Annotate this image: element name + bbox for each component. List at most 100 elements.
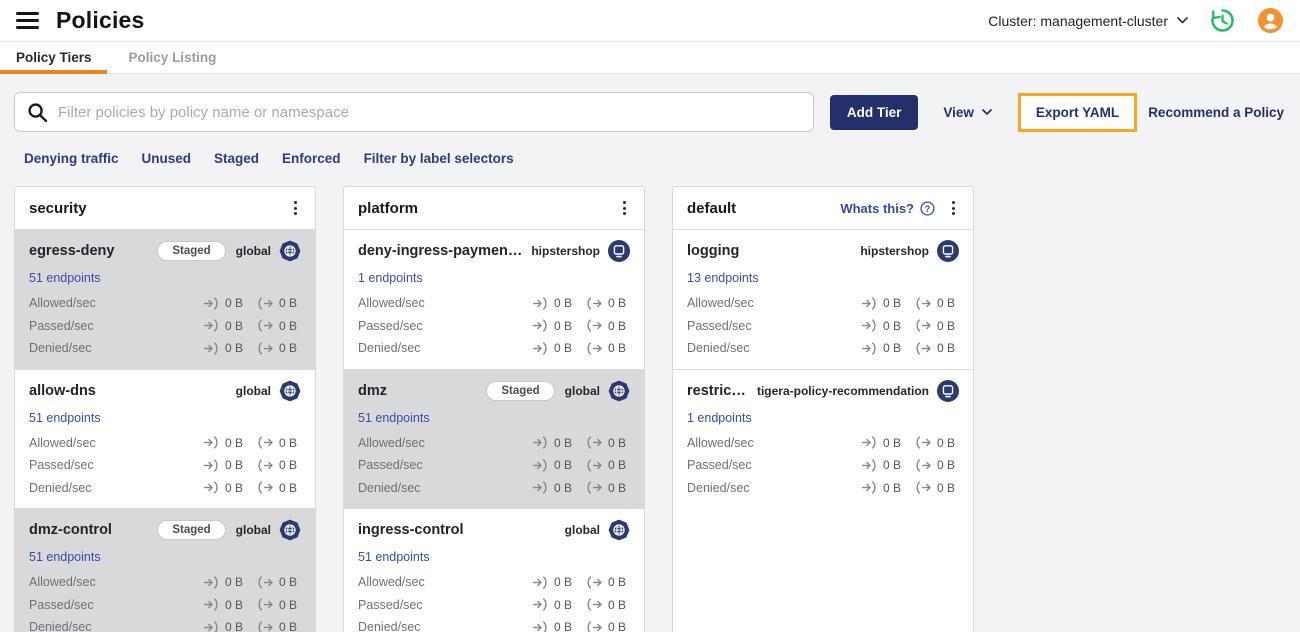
stat-label: Denied/sec [358, 480, 421, 495]
kebab-menu-icon[interactable] [948, 198, 959, 218]
ingress-icon [533, 621, 547, 632]
stat-label: Allowed/sec [358, 296, 425, 311]
egress-icon [587, 598, 602, 611]
stat-row: Passed/sec 0 B 0 B [29, 315, 301, 338]
page-title: Policies [56, 7, 145, 33]
egress-value: 0 B [915, 481, 959, 495]
egress-value: 0 B [586, 598, 630, 612]
filter-enforced[interactable]: Enforced [282, 151, 341, 166]
search-input[interactable] [58, 103, 801, 121]
egress-icon [587, 481, 602, 494]
kebab-menu-icon[interactable] [290, 198, 301, 218]
avatar[interactable] [1257, 7, 1284, 34]
policy-card[interactable]: ingress-control global 51 endpoints Allo… [344, 509, 644, 632]
egress-icon [916, 342, 931, 355]
egress-value: 0 B [586, 319, 630, 333]
policy-card[interactable]: restricted tigera-policy-recommendation … [673, 370, 973, 509]
egress-value: 0 B [257, 598, 301, 612]
whats-this-label: Whats this? [840, 200, 914, 216]
stat-row: Denied/sec 0 B 0 B [358, 616, 630, 632]
policy-card[interactable]: logging hipstershop 13 endpoints Allowed… [673, 230, 973, 370]
history-button[interactable] [1209, 7, 1236, 34]
tab-policy-listing[interactable]: Policy Listing [129, 42, 217, 73]
filter-staged[interactable]: Staged [214, 151, 259, 166]
endpoints-link[interactable]: 51 endpoints [358, 411, 430, 425]
policy-name[interactable]: ingress-control [358, 522, 557, 538]
staged-badge: Staged [157, 241, 226, 261]
policy-name[interactable]: dmz [358, 383, 478, 399]
stat-label: Passed/sec [687, 458, 752, 473]
policy-card[interactable]: egress-deny Staged global 51 endpoints A… [15, 230, 315, 370]
policy-name[interactable]: dmz-control [29, 522, 149, 538]
chevron-down-icon [1177, 17, 1188, 24]
stat-label: Denied/sec [29, 620, 92, 632]
tier-name: security [29, 199, 87, 217]
filter-unused[interactable]: Unused [142, 151, 192, 166]
egress-icon [258, 319, 273, 332]
egress-icon [258, 459, 273, 472]
export-yaml-button[interactable]: Export YAML [1017, 92, 1138, 132]
endpoints-link[interactable]: 13 endpoints [687, 271, 759, 285]
app-header: Policies Cluster: management-cluster [0, 0, 1300, 41]
egress-value: 0 B [915, 296, 959, 310]
stat-row: Passed/sec 0 B 0 B [358, 454, 630, 477]
stat-row: Allowed/sec 0 B 0 B [29, 292, 301, 315]
policy-card[interactable]: allow-dns global 51 endpoints Allowed/se… [15, 370, 315, 509]
policy-card[interactable]: deny-ingress-paymentservi… hipstershop 1… [344, 230, 644, 370]
endpoints-link[interactable]: 1 endpoints [358, 271, 423, 285]
ingress-icon [533, 342, 547, 355]
endpoints-link[interactable]: 51 endpoints [29, 271, 101, 285]
question-icon: ? [920, 200, 935, 216]
tier-column: platform deny-ingress-paymentservi… hips… [343, 186, 645, 632]
filter-denying-traffic[interactable]: Denying traffic [24, 151, 119, 166]
tab-policy-tiers[interactable]: Policy Tiers [0, 42, 107, 74]
ingress-icon [204, 481, 218, 494]
menu-icon[interactable] [16, 12, 39, 29]
search-box[interactable] [14, 92, 814, 132]
stat-row: Denied/sec 0 B 0 B [29, 616, 301, 632]
stat-label: Passed/sec [29, 458, 94, 473]
filter-filter-by-label-selectors[interactable]: Filter by label selectors [364, 151, 514, 166]
policy-stats: Allowed/sec 0 B 0 B Passed/sec 0 B 0 B D… [29, 571, 301, 632]
stat-label: Denied/sec [29, 341, 92, 356]
policy-stats: Allowed/sec 0 B 0 B Passed/sec 0 B 0 B D… [687, 292, 959, 360]
endpoints-link[interactable]: 51 endpoints [29, 411, 101, 425]
egress-value: 0 B [586, 458, 630, 472]
stat-label: Allowed/sec [29, 296, 96, 311]
endpoints-link[interactable]: 51 endpoints [29, 550, 101, 564]
policy-name[interactable]: egress-deny [29, 243, 149, 259]
stat-label: Passed/sec [687, 318, 752, 333]
policy-name[interactable]: restricted [687, 383, 749, 399]
egress-value: 0 B [257, 319, 301, 333]
endpoints-link[interactable]: 1 endpoints [687, 411, 752, 425]
policy-name[interactable]: logging [687, 243, 852, 259]
policy-scope-label: global [235, 523, 271, 537]
whats-this-link[interactable]: Whats this? ? [840, 201, 935, 216]
egress-icon [258, 621, 273, 632]
cluster-selector[interactable]: Cluster: management-cluster [988, 13, 1188, 29]
kebab-menu-icon[interactable] [619, 198, 630, 218]
policy-card[interactable]: dmz Staged global 51 endpoints Allowed/s… [344, 369, 644, 509]
ingress-icon [204, 598, 218, 611]
egress-value: 0 B [586, 341, 630, 355]
global-icon [279, 519, 301, 541]
policy-card[interactable]: dmz-control Staged global 51 endpoints A… [15, 509, 315, 632]
endpoints-link[interactable]: 51 endpoints [358, 550, 430, 564]
policy-name[interactable]: allow-dns [29, 383, 228, 399]
policy-name[interactable]: deny-ingress-paymentservi… [358, 243, 523, 259]
tab-bar: Policy Tiers Policy Listing [0, 41, 1300, 74]
global-icon [608, 380, 630, 402]
tier-column: security egress-deny Staged global 51 en… [14, 186, 316, 632]
stat-row: Allowed/sec 0 B 0 B [29, 571, 301, 594]
ingress-value: 0 B [203, 481, 247, 495]
global-icon [279, 240, 301, 262]
stat-row: Passed/sec 0 B 0 B [29, 594, 301, 617]
recommend-policy-button[interactable]: Recommend a Policy [1148, 105, 1284, 120]
add-tier-button[interactable]: Add Tier [829, 94, 919, 130]
view-button[interactable]: View [943, 105, 992, 120]
egress-value: 0 B [257, 341, 301, 355]
stat-label: Denied/sec [29, 480, 92, 495]
stat-row: Allowed/sec 0 B 0 B [358, 571, 630, 594]
policy-card-header: ingress-control global [358, 518, 630, 542]
egress-icon [916, 481, 931, 494]
